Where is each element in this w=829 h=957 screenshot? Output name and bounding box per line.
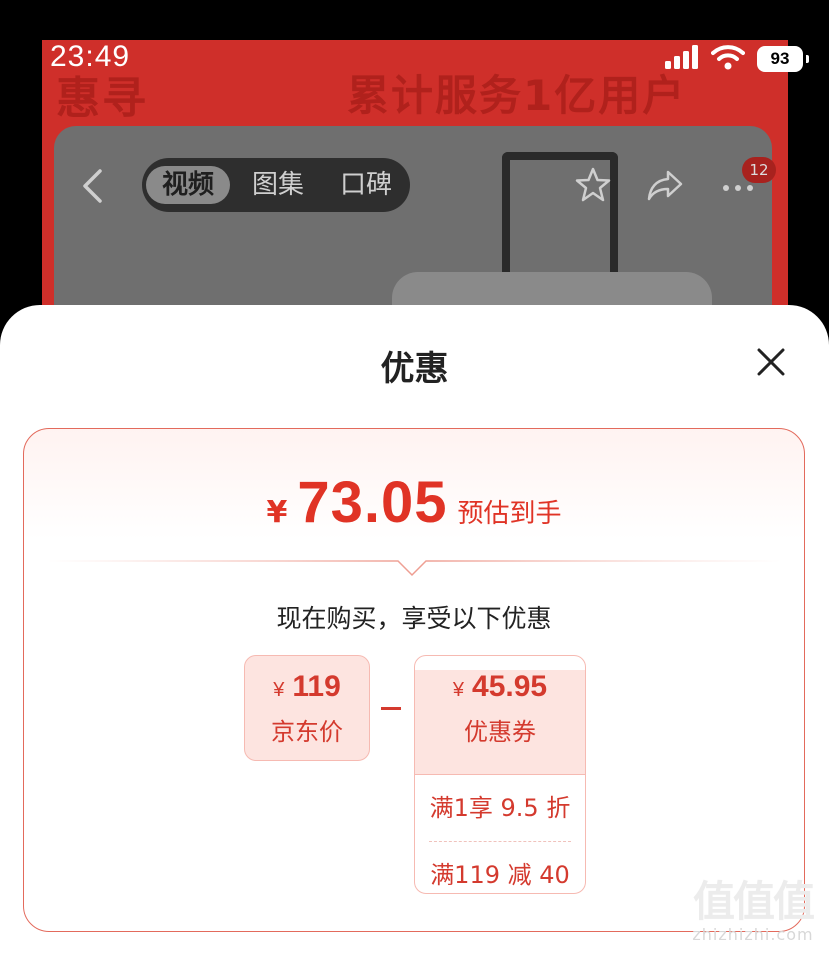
jd-price-amount: 119 — [292, 670, 341, 703]
close-button[interactable] — [750, 341, 792, 383]
wifi-icon — [711, 44, 745, 74]
back-icon[interactable] — [80, 168, 104, 210]
background-app: 惠寻 累计服务1亿用户 视频 图集 口碑 12 — [42, 40, 788, 340]
jd-price-currency: ¥ — [273, 679, 285, 701]
status-time: 23:49 — [50, 40, 131, 73]
status-icons: 93 — [665, 44, 809, 74]
discount-sheet: 优惠 ¥73.05 预估到手 现在购买，享受以下优惠 ¥119 京东价 ¥ 45… — [0, 305, 829, 957]
background-banner-right: 累计服务1亿用户 — [347, 71, 687, 120]
notification-badge: 12 — [742, 157, 776, 183]
battery-icon: 93 — [757, 46, 809, 72]
coupon-item-reduction: 满119 减 40 — [430, 861, 570, 889]
watermark-site: zhizhizhi.com — [692, 925, 814, 944]
coupon-header: ¥45.95 优惠券 — [415, 670, 585, 775]
close-icon[interactable] — [750, 341, 792, 383]
coupon-amount: 45.95 — [472, 670, 548, 703]
media-tabs: 视频 图集 口碑 — [142, 158, 410, 212]
star-icon[interactable] — [574, 166, 612, 210]
jd-price-chip: ¥119 京东价 — [244, 655, 370, 761]
estimated-price: ¥73.05 预估到手 — [24, 469, 804, 536]
jd-price-label: 京东价 — [271, 718, 343, 746]
signal-icon — [665, 45, 699, 73]
tab-gallery[interactable]: 图集 — [238, 166, 318, 204]
coupon-currency: ¥ — [452, 679, 465, 701]
coupon-item-discount: 满1享 9.5 折 — [429, 775, 571, 842]
tab-video[interactable]: 视频 — [146, 166, 230, 204]
tab-reviews[interactable]: 口碑 — [326, 166, 406, 204]
watermark-logo: 值值值 — [692, 877, 815, 926]
price-breakdown-panel: ¥73.05 预估到手 现在购买，享受以下优惠 ¥119 京东价 ¥45.95 优… — [23, 428, 805, 932]
minus-sign — [381, 707, 401, 710]
price-currency: ¥ — [266, 495, 288, 530]
section-divider — [46, 560, 782, 577]
price-amount: 73.05 — [297, 470, 448, 535]
sheet-title: 优惠 — [380, 349, 449, 389]
promo-intro: 现在购买，享受以下优惠 — [276, 604, 552, 633]
coupon-label: 优惠券 — [464, 718, 536, 746]
share-icon[interactable] — [646, 168, 684, 208]
coupon-chip: ¥45.95 优惠券 满1享 9.5 折 满119 减 40 — [414, 655, 586, 894]
price-label: 预估到手 — [457, 499, 562, 529]
watermark: 值值值 zhizhizhi.com — [678, 868, 828, 944]
